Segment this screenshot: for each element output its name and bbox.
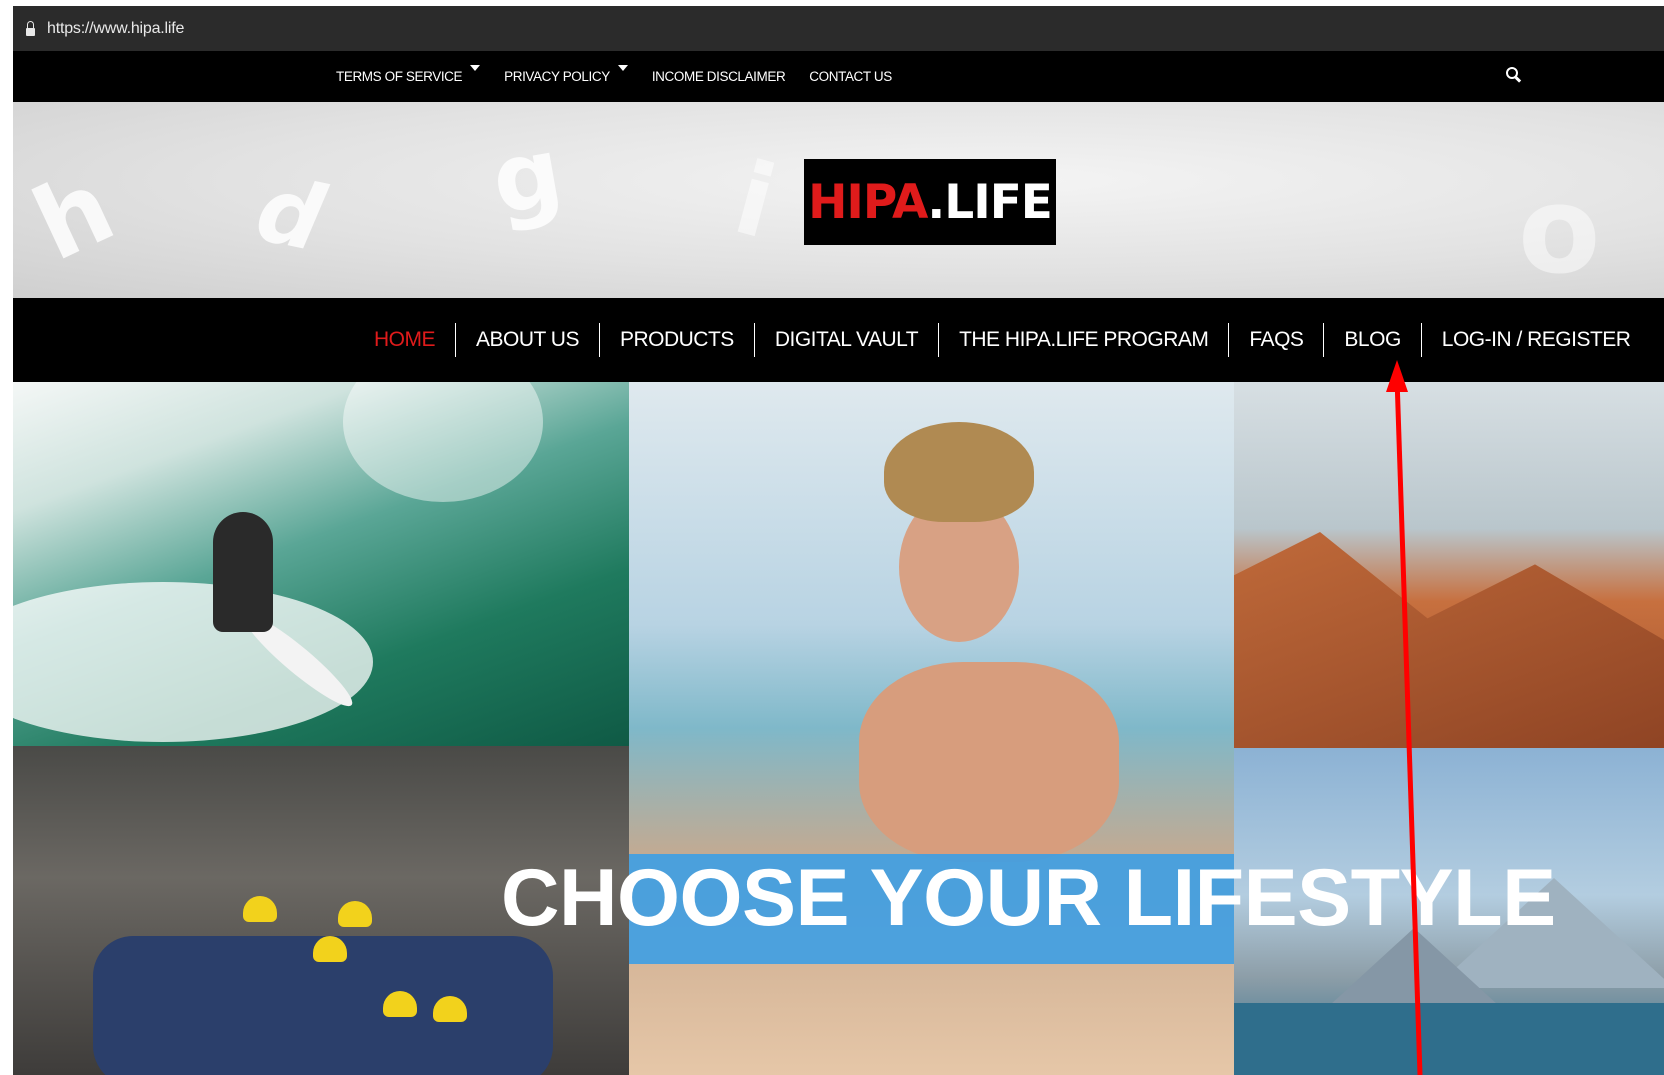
- nav-item-blog[interactable]: BLOG: [1323, 323, 1420, 357]
- decorative-letter: i: [723, 139, 787, 262]
- dropdown-caret-icon: [617, 65, 628, 71]
- site-logo[interactable]: HIPA .LIFE: [804, 159, 1056, 245]
- address-bar[interactable]: https://www.hipa.life: [13, 6, 1664, 51]
- hero-headline: CHOOSE YOUR LIFESTYLE: [501, 853, 1556, 943]
- top-menu-income-disclaimer[interactable]: INCOME DISCLAIMER: [651, 69, 786, 84]
- browser-window: https://www.hipa.life TERMS OF SERVICE P…: [13, 6, 1664, 1075]
- canyon-photo: [1234, 382, 1664, 748]
- nav-item-faqs[interactable]: FAQS: [1228, 323, 1323, 357]
- top-menu-label: CONTACT US: [809, 69, 892, 84]
- top-utility-menu: TERMS OF SERVICE PRIVACY POLICY INCOME D…: [13, 51, 1664, 102]
- nav-item-home[interactable]: HOME: [374, 323, 455, 357]
- top-menu-privacy-policy[interactable]: PRIVACY POLICY: [504, 65, 628, 84]
- nav-item-products[interactable]: PRODUCTS: [598, 323, 754, 357]
- nav-item-about-us[interactable]: ABOUT US: [455, 323, 599, 357]
- top-menu-label: INCOME DISCLAIMER: [651, 69, 786, 84]
- logo-part-life: .LIFE: [927, 174, 1053, 230]
- logo-part-hipa: HIPA: [808, 174, 928, 230]
- url-text[interactable]: https://www.hipa.life: [47, 20, 184, 38]
- decorative-letter: o: [1518, 162, 1601, 298]
- beach-woman-photo: [629, 382, 1234, 1075]
- nav-item-hipa-life-program[interactable]: THE HIPA.LIFE PROGRAM: [938, 323, 1228, 357]
- top-menu-terms-of-service[interactable]: TERMS OF SERVICE: [336, 65, 481, 84]
- dropdown-caret-icon: [470, 65, 481, 71]
- hero-photo-grid: CHOOSE YOUR LIFESTYLE: [13, 382, 1664, 1075]
- top-menu-contact-us[interactable]: CONTACT US: [809, 69, 892, 84]
- main-navigation: HOME ABOUT US PRODUCTS DIGITAL VAULT THE…: [13, 298, 1664, 382]
- top-menu-label: PRIVACY POLICY: [504, 69, 610, 84]
- decorative-letter: d: [247, 156, 333, 273]
- surfing-photo: [13, 382, 629, 746]
- site-header: h d g i o HIPA .LIFE: [13, 102, 1664, 298]
- decorative-letter: h: [16, 147, 131, 284]
- lock-icon: [26, 20, 35, 36]
- top-menu-label: TERMS OF SERVICE: [336, 69, 463, 84]
- search-icon[interactable]: [1506, 67, 1522, 83]
- decorative-letter: g: [483, 116, 571, 238]
- nav-item-digital-vault[interactable]: DIGITAL VAULT: [753, 323, 938, 357]
- nav-item-login-register[interactable]: LOG-IN / REGISTER: [1420, 323, 1651, 357]
